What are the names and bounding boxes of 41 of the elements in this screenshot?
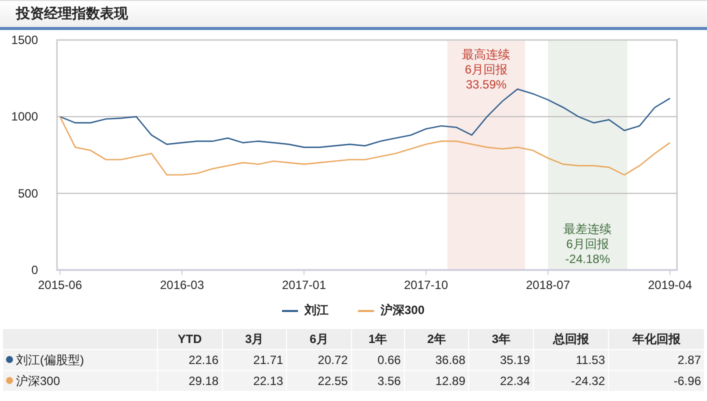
x-tick-label: 2017-01 bbox=[282, 278, 326, 292]
y-tick-label: 500 bbox=[18, 186, 38, 200]
annotation-label: 最高连续 6月回报 33.59% bbox=[462, 47, 510, 92]
table-cell: 21.71 bbox=[222, 350, 287, 370]
table-cell: -6.96 bbox=[608, 370, 704, 392]
x-tick-label: 2017-10 bbox=[404, 278, 448, 292]
x-tick-label: 2015-06 bbox=[38, 278, 82, 292]
table-cell: 22.55 bbox=[286, 370, 352, 392]
table-cell: 22.16 bbox=[158, 350, 222, 370]
legend-item[interactable]: 沪深300 bbox=[358, 302, 425, 319]
table-cell: 36.68 bbox=[404, 350, 469, 370]
x-tick-label: 2019-04 bbox=[648, 278, 692, 292]
y-tick-label: 0 bbox=[31, 263, 38, 277]
table-cell: 2.87 bbox=[608, 350, 704, 370]
x-tick-label: 2018-07 bbox=[526, 278, 570, 292]
table-cell: 35.19 bbox=[468, 350, 534, 370]
column-header: 3年 bbox=[468, 328, 534, 350]
table-cell: -24.32 bbox=[534, 370, 609, 392]
table-cell: 11.53 bbox=[534, 350, 609, 370]
y-tick-label: 1000 bbox=[11, 110, 38, 124]
legend-item[interactable]: 刘江 bbox=[282, 302, 328, 319]
row-name-cell: 刘江(偏股型) bbox=[2, 350, 158, 370]
y-tick-label: 1500 bbox=[11, 33, 38, 47]
column-header: 年化回报 bbox=[608, 328, 704, 350]
column-header: 3月 bbox=[222, 328, 287, 350]
column-header: YTD bbox=[158, 328, 222, 350]
table-cell: 29.18 bbox=[158, 370, 222, 392]
table-cell: 3.56 bbox=[351, 370, 404, 392]
column-header: 6月 bbox=[286, 328, 352, 350]
table-cell: 0.66 bbox=[351, 350, 404, 370]
x-tick-label: 2016-03 bbox=[160, 278, 204, 292]
section-title: 投资经理指数表现 bbox=[16, 5, 128, 23]
column-header: 1年 bbox=[351, 328, 404, 350]
column-header: 总回报 bbox=[534, 328, 609, 350]
row-name-cell: 沪深300 bbox=[2, 370, 158, 392]
column-header: 2年 bbox=[404, 328, 469, 350]
table-cell: 22.13 bbox=[222, 370, 287, 392]
table-cell: 22.34 bbox=[468, 370, 534, 392]
table-cell: 12.89 bbox=[404, 370, 469, 392]
annotation-label: 最差连续 6月回报 -24.18% bbox=[564, 222, 612, 266]
table-cell: 20.72 bbox=[286, 350, 352, 370]
